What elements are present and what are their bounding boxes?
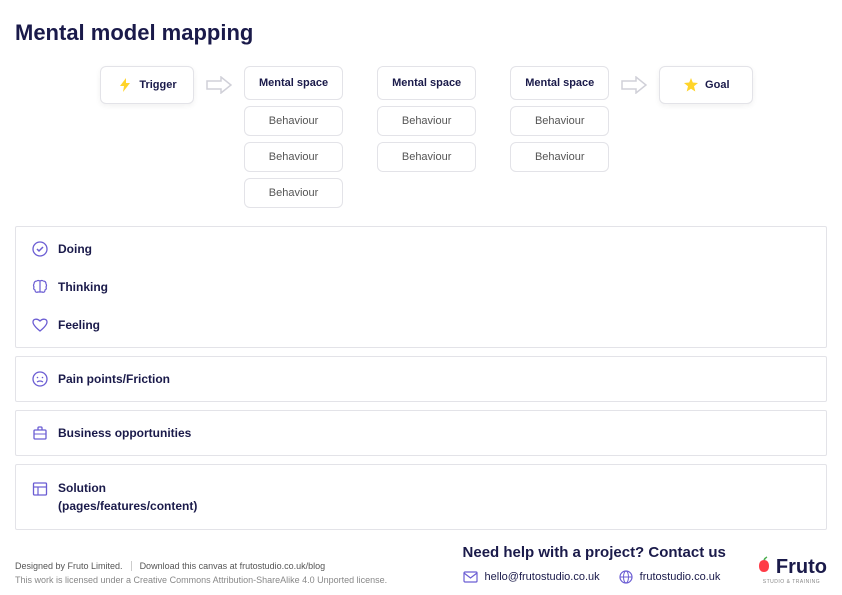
panel-business: Business opportunities <box>15 410 827 456</box>
bolt-icon <box>117 77 133 93</box>
behaviour-box: Behaviour <box>510 142 609 172</box>
brain-icon <box>32 279 48 295</box>
mental-space-col: Mental space Behaviour Behaviour <box>377 66 476 172</box>
star-icon <box>683 77 699 93</box>
check-circle-icon <box>32 241 48 257</box>
mental-space-box: Mental space <box>244 66 343 100</box>
help-heading: Need help with a project? Contact us <box>463 544 726 561</box>
behaviour-box: Behaviour <box>377 142 476 172</box>
brand-subtitle: STUDIO & TRAINING <box>756 579 827 585</box>
goal-box: Goal <box>659 66 753 104</box>
panel-solution: Solution (pages/features/content) <box>15 464 827 530</box>
panel-pain: Pain points/Friction <box>15 356 827 402</box>
arrow-icon <box>619 70 649 100</box>
brand-logo: Fruto <box>756 555 827 579</box>
behaviour-box: Behaviour <box>244 106 343 136</box>
contact-website: frutostudio.co.uk <box>618 569 721 585</box>
behaviour-box: Behaviour <box>510 106 609 136</box>
row-feeling: Feeling <box>32 317 810 333</box>
trigger-label: Trigger <box>139 79 176 91</box>
flow-diagram: Trigger Mental space Behaviour Behaviour… <box>15 66 827 208</box>
designed-by: Designed by Fruto Limited. <box>15 561 123 571</box>
divider <box>131 561 132 571</box>
license-text: This work is licensed under a Creative C… <box>15 575 387 585</box>
mental-space-box: Mental space <box>510 66 609 100</box>
behaviour-box: Behaviour <box>377 106 476 136</box>
trigger-box: Trigger <box>100 66 194 104</box>
behaviour-box: Behaviour <box>244 178 343 208</box>
briefcase-icon <box>32 425 48 441</box>
behaviour-box: Behaviour <box>244 142 343 172</box>
arrow-icon <box>204 70 234 100</box>
contact-email: hello@frutostudio.co.uk <box>463 569 600 585</box>
panel-dtf: Doing Thinking Feeling <box>15 226 827 348</box>
row-doing: Doing <box>32 241 810 257</box>
page-title: Mental model mapping <box>15 20 827 46</box>
globe-icon <box>618 569 634 585</box>
mental-space-col: Mental space Behaviour Behaviour <box>510 66 609 172</box>
mail-icon <box>463 569 479 585</box>
layout-icon <box>32 481 48 497</box>
apple-icon <box>756 555 772 579</box>
goal-label: Goal <box>705 79 729 91</box>
row-thinking: Thinking <box>32 279 810 295</box>
mental-space-col: Mental space Behaviour Behaviour Behavio… <box>244 66 343 208</box>
sad-face-icon <box>32 371 48 387</box>
heart-icon <box>32 317 48 333</box>
download-link: Download this canvas at frutostudio.co.u… <box>140 561 326 571</box>
footer: Designed by Fruto Limited. Download this… <box>15 544 827 585</box>
mental-space-box: Mental space <box>377 66 476 100</box>
